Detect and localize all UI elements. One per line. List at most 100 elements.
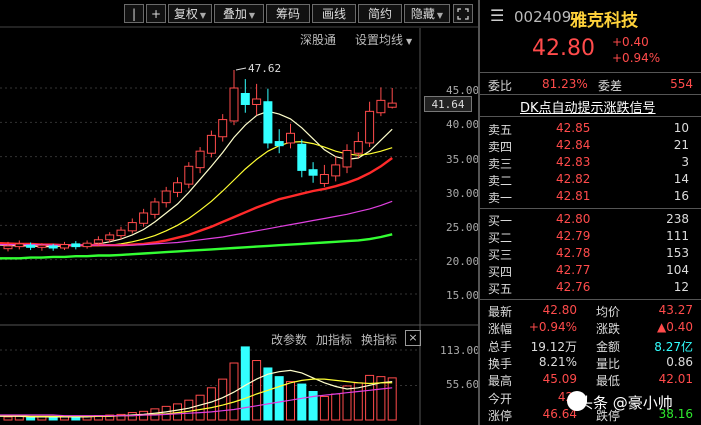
chart-canvas[interactable]: 47.62 [0,0,478,425]
stat-value: 43.27 [658,303,693,317]
stat-row: 换手 8.21% 量比 0.86 [480,355,701,371]
candle-body [26,244,36,248]
order-volume: 238 [666,212,689,226]
volume-bar [331,393,341,421]
weicha-label: 委差 [598,79,623,93]
candle-body [82,242,92,248]
candle-body [331,164,341,177]
stat-value: 42.80 [542,303,577,317]
candle-body [263,101,273,144]
order-level-label: 买四 [488,265,513,279]
volume-bar [274,376,284,421]
candle-body [206,134,216,154]
price-change-pct: +0.94% [612,51,661,65]
quote-panel: ☰ 002409 雅克科技 42.80 +0.40 +0.94% 委比 81.2… [480,0,701,425]
candle-body [127,222,137,232]
volume-bar [342,385,352,421]
divider [480,299,701,300]
order-level-label: 买二 [488,231,513,245]
order-volume: 10 [673,121,689,135]
high-annotation-arrow [235,67,247,71]
order-row-buy: 买二 42.79 111 [480,229,701,245]
switch-indicator-link[interactable]: 换指标 [361,331,397,348]
stat-label: 涨跌 [596,322,621,337]
candle-body [195,150,205,169]
stat-value: 8.21% [538,354,577,369]
candle-body [93,239,103,244]
stat-value: 8.27亿 [654,339,693,354]
weibi-value: 81.23% [542,77,588,91]
stat-value: 19.12万 [530,339,577,354]
stat-row: 最新 42.80 均价 43.27 [480,303,701,319]
volume-bar [48,417,58,421]
order-volume: 104 [666,263,689,277]
high-annotation: 47.62 [248,62,281,75]
order-volume: 21 [673,138,689,152]
order-level-label: 卖四 [488,140,513,154]
order-price: 42.83 [556,155,591,169]
candle-body [229,87,239,122]
dk-signal-link[interactable]: DK点自动提示涨跌信号 [520,97,656,116]
order-level-label: 卖五 [488,123,513,137]
order-level-label: 卖二 [488,174,513,188]
order-row-buy: 买五 42.76 12 [480,280,701,296]
candle-body [71,243,81,248]
volume-bar [3,416,13,421]
volume-bar [26,417,36,421]
divider [480,116,701,117]
stat-label: 最低 [596,374,621,389]
candle-body [37,244,47,248]
stat-label: 均价 [596,305,621,319]
stat-value: 45.09 [542,372,577,387]
order-price: 42.80 [556,212,591,226]
candle-body [218,119,228,138]
order-row-sell: 卖三 42.83 3 [480,155,701,171]
ma-line [0,110,393,248]
order-level-label: 买五 [488,282,513,296]
stat-label: 涨停 [488,408,513,423]
order-price: 42.82 [556,172,591,186]
candle-body [240,92,250,105]
price-axis-tick: 20.00 [446,255,480,268]
volume-bar [206,387,216,421]
order-price: 42.76 [556,280,591,294]
volume-bar [195,394,205,421]
stat-value: +0.94% [528,320,577,335]
candle-body [252,98,262,105]
stat-label: 最新 [488,305,513,319]
stat-value: ▲0.40 [657,320,693,335]
candle-body [353,141,363,154]
volume-bar [365,374,375,421]
candle-body [308,169,318,176]
order-level-label: 买一 [488,214,513,228]
stock-code: 002409 [514,8,572,26]
order-price: 42.85 [556,121,591,135]
order-level-label: 卖三 [488,157,513,171]
stat-label: 金额 [596,339,621,354]
candle-body [14,243,24,248]
candle-body [105,234,115,241]
order-row-buy: 买四 42.77 104 [480,263,701,279]
weibi-row: 委比 81.23% 委差 554 [480,77,701,93]
order-volume: 111 [666,229,689,243]
order-row-buy: 买一 42.80 238 [480,212,701,228]
stat-label: 最高 [488,374,513,389]
menu-icon[interactable]: ☰ [490,6,504,25]
candle-body [274,141,284,147]
stat-label: 量比 [596,356,621,371]
order-row-sell: 卖五 42.85 10 [480,121,701,137]
volume-bar [252,360,262,421]
kline-chart-area: | + 复权 ▼ 叠加 ▼ 筹码 画线 简约 隐藏 ▼ 深股通 设置均线 ▼ 47.62… [0,0,480,425]
order-row-sell: 卖四 42.84 21 [480,138,701,154]
candle-body [173,182,182,193]
candle-body [376,99,386,114]
candle-body [139,212,149,224]
add-indicator-link[interactable]: 加指标 [316,331,352,348]
close-indicator-button[interactable]: × [405,330,421,346]
candle-body [3,245,13,250]
edit-params-link[interactable]: 改参数 [271,331,307,348]
order-volume: 12 [673,280,689,294]
order-row-sell: 卖一 42.81 16 [480,189,701,205]
candle-body [60,244,69,249]
divider [480,208,701,209]
